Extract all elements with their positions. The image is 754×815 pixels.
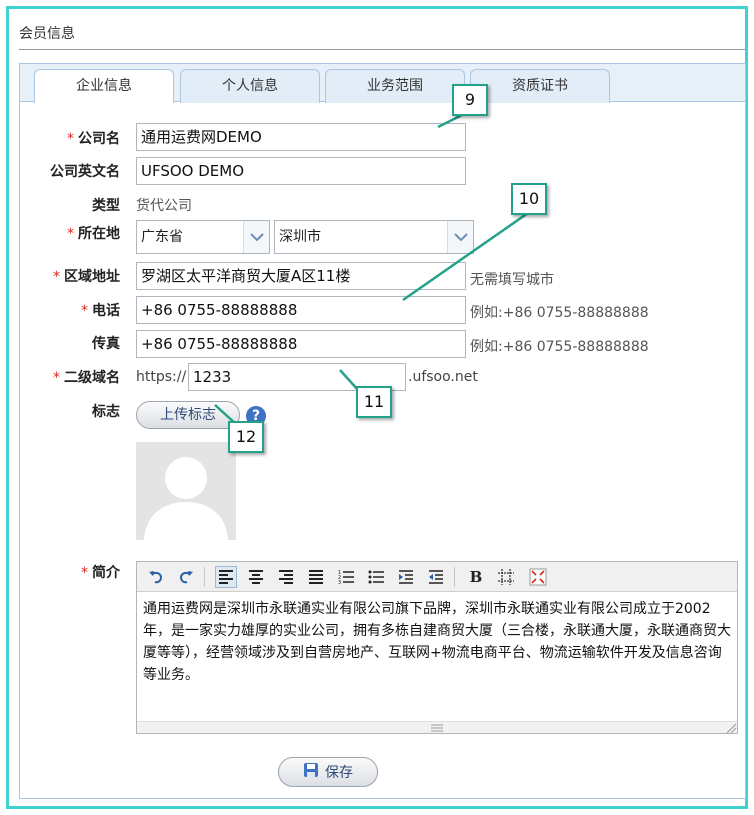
fullscreen-icon[interactable] [527,566,549,588]
company-name-input[interactable]: 通用运费网DEMO [136,123,466,151]
save-button-label: 保存 [325,765,353,781]
tab-certificates[interactable]: 资质证书 [470,69,610,103]
table-icon[interactable] [495,566,517,588]
ordered-list-icon[interactable]: 123 [335,566,357,588]
svg-text:3: 3 [338,580,341,585]
company-name-label-text: 公司名 [78,131,120,147]
address-label-text: 区域地址 [64,269,120,285]
province-value: 广东省 [141,229,183,245]
upload-logo-button[interactable]: 上传标志 [136,401,240,429]
company-en-name-label: 公司英文名 [50,164,120,180]
required-mark: * [81,303,88,319]
callout-12: 12 [228,421,264,453]
logo-placeholder-avatar [136,442,236,540]
tab-personal-info[interactable]: 个人信息 [180,69,320,103]
intro-editor[interactable]: 123 B 通用运费网是深圳市永联通实业有限公司旗下品牌，深圳市永联通实业有限公… [136,561,738,734]
required-mark: * [81,565,88,581]
subdomain-label: * 二级域名 [20,367,120,387]
tab-bar: 企业信息 个人信息 业务范围 资质证书 [20,64,745,103]
phone-label-text: 电话 [92,303,120,319]
phone-label: * 电话 [20,300,120,320]
toolbar-divider [454,567,455,587]
editor-resize-handle[interactable] [137,721,737,734]
location-label: * 所在地 [20,223,120,243]
indent-icon[interactable] [395,566,417,588]
member-info-panel: 企业信息 个人信息 业务范围 资质证书 * 公司名 通用运费网DEMO 公司英文名… [19,63,746,799]
required-mark: * [53,370,60,386]
toolbar-divider [204,567,205,587]
save-button[interactable]: 保存 [278,757,378,787]
fax-hint: 例如:+86 0755-88888888 [470,339,649,355]
callout-11: 11 [356,386,392,418]
redo-icon[interactable] [175,566,197,588]
callout-10: 10 [511,183,547,215]
province-select[interactable]: 广东省 [136,220,270,254]
fax-label: 传真 [92,336,120,352]
fax-input[interactable]: +86 0755-88888888 [136,330,466,358]
save-icon [303,762,319,782]
outdent-icon[interactable] [425,566,447,588]
subdomain-suffix: .ufsoo.net [408,369,478,385]
company-name-label: * 公司名 [20,128,120,148]
subdomain-prefix: https:// [136,369,187,385]
intro-label: * 简介 [20,562,120,582]
required-mark: * [67,131,74,147]
section-divider [19,49,745,50]
required-mark: * [53,269,60,285]
undo-icon[interactable] [145,566,167,588]
city-select[interactable]: 深圳市 [274,220,474,254]
type-label: 类型 [92,198,120,214]
address-label: * 区域地址 [20,266,120,286]
align-left-icon[interactable] [215,566,237,588]
phone-hint: 例如:+86 0755-88888888 [470,305,649,321]
align-right-icon[interactable] [275,566,297,588]
tab-business-scope[interactable]: 业务范围 [325,69,465,103]
required-mark: * [67,226,74,242]
callout-9: 9 [452,84,488,116]
align-justify-icon[interactable] [305,566,327,588]
location-label-text: 所在地 [78,226,120,242]
type-value: 货代公司 [136,198,192,214]
company-en-name-input[interactable]: UFSOO DEMO [136,157,466,185]
tab-company-info[interactable]: 企业信息 [34,69,174,103]
city-value: 深圳市 [279,229,321,245]
section-title: 会员信息 [19,26,75,42]
address-input[interactable]: 罗湖区太平洋商贸大厦A区11楼 [136,262,466,290]
bold-icon[interactable]: B [465,566,487,588]
subdomain-label-text: 二级域名 [64,370,120,386]
unordered-list-icon[interactable] [365,566,387,588]
phone-input[interactable]: +86 0755-88888888 [136,296,466,324]
editor-toolbar: 123 B [137,562,737,592]
chevron-down-icon [243,221,269,253]
intro-label-text: 简介 [92,565,120,581]
chevron-down-icon [447,221,473,253]
logo-label: 标志 [92,404,120,420]
intro-text[interactable]: 通用运费网是深圳市永联通实业有限公司旗下品牌，深圳市永联通实业有限公司成立于20… [143,598,733,686]
align-center-icon[interactable] [245,566,267,588]
address-hint: 无需填写城市 [470,272,554,288]
